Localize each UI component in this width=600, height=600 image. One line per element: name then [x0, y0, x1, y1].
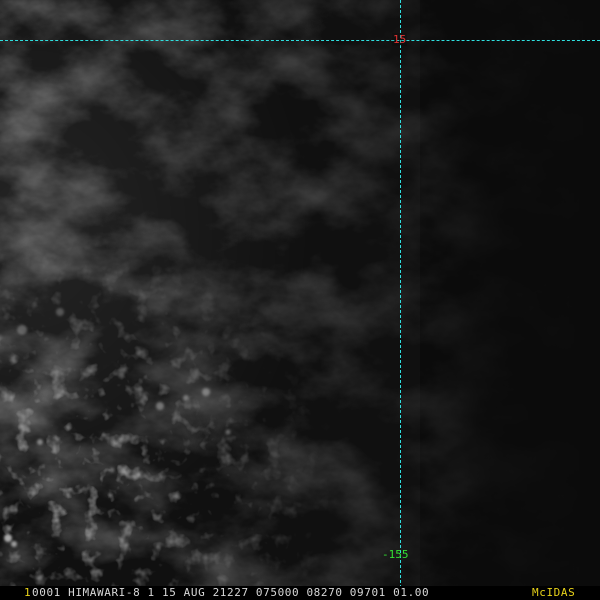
longitude-label: -155 [382, 548, 409, 561]
frame-number: 1 [24, 586, 32, 599]
image-info-text: 0001 HIMAWARI-8 1 15 AUG 21227 075000 08… [32, 586, 430, 599]
mcidas-brand-label: McIDAS [532, 586, 576, 599]
satellite-image [0, 0, 600, 600]
latitude-label: 15 [392, 33, 408, 46]
latitude-gridline [0, 40, 600, 41]
satellite-viewer: 15 -155 1 0001 HIMAWARI-8 1 15 AUG 21227… [0, 0, 600, 600]
longitude-gridline [400, 0, 401, 588]
status-bar: 1 0001 HIMAWARI-8 1 15 AUG 21227 075000 … [0, 586, 600, 600]
